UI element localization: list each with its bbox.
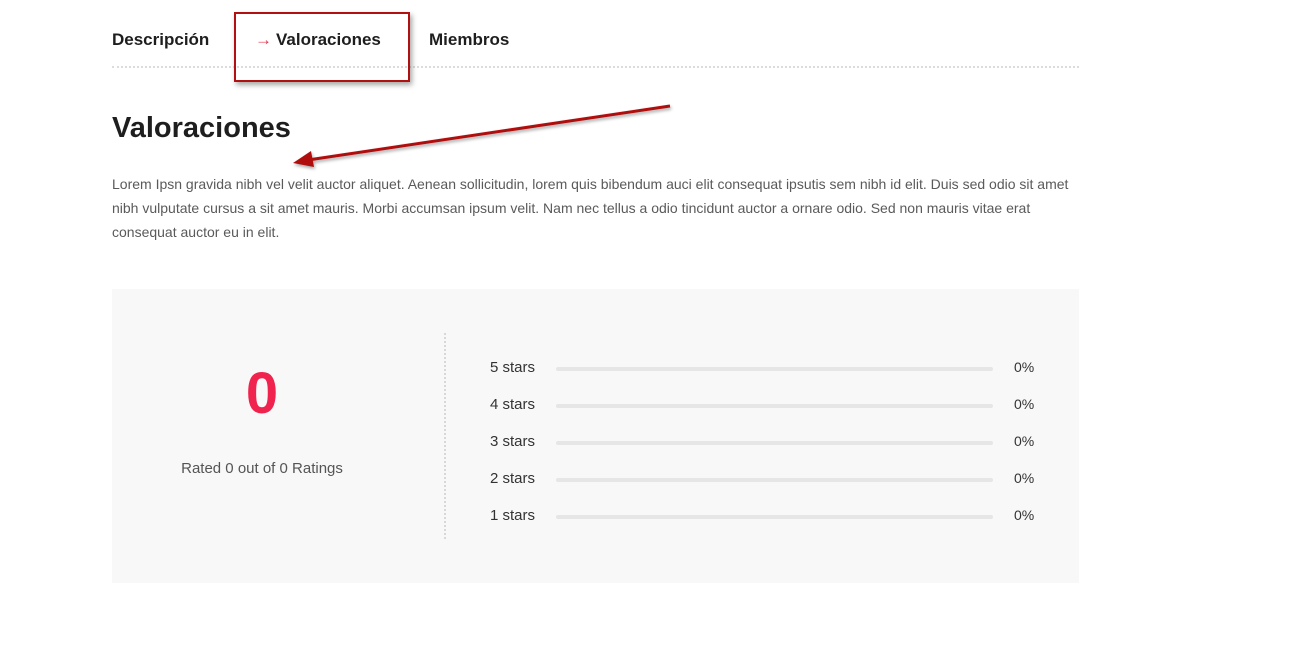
rating-row-percent: 0% (1014, 470, 1035, 486)
rating-bar-track (556, 367, 993, 371)
average-score: 0 (245, 361, 279, 426)
rated-count-text: Rated 0 out of 0 Ratings (181, 460, 343, 477)
rating-row-4: 4 stars 0% (490, 396, 1040, 416)
rating-row-label: 4 stars (490, 396, 536, 413)
rating-row-3: 3 stars 0% (490, 433, 1040, 453)
rating-row-percent: 0% (1014, 396, 1035, 412)
tab-miembros[interactable]: Miembros (429, 30, 509, 50)
rating-row-label: 3 stars (490, 433, 536, 450)
rating-row-percent: 0% (1014, 507, 1035, 523)
vertical-divider (444, 333, 446, 539)
section-title: Valoraciones (112, 112, 291, 144)
rating-bar-track (556, 515, 993, 519)
rating-row-label: 2 stars (490, 470, 536, 487)
rating-row-percent: 0% (1014, 359, 1035, 375)
rating-bar-track (556, 441, 993, 445)
tab-descripcion[interactable]: Descripción (112, 30, 209, 50)
rating-bar-track (556, 478, 993, 482)
annotation-highlight-box (234, 12, 410, 82)
rating-bar-track (556, 404, 993, 408)
rating-row-label: 1 stars (490, 507, 536, 524)
rating-overview: 0 Rated 0 out of 0 Ratings (112, 289, 412, 583)
rating-row-2: 2 stars 0% (490, 470, 1040, 490)
rating-row-1: 1 stars 0% (490, 507, 1040, 527)
rating-row-percent: 0% (1014, 433, 1035, 449)
rating-summary-panel: 0 Rated 0 out of 0 Ratings 5 stars 0% 4 … (112, 289, 1079, 583)
rating-row-label: 5 stars (490, 359, 536, 376)
section-description: Lorem Ipsn gravida nibh vel velit auctor… (112, 176, 1069, 240)
rating-row-5: 5 stars 0% (490, 359, 1040, 379)
